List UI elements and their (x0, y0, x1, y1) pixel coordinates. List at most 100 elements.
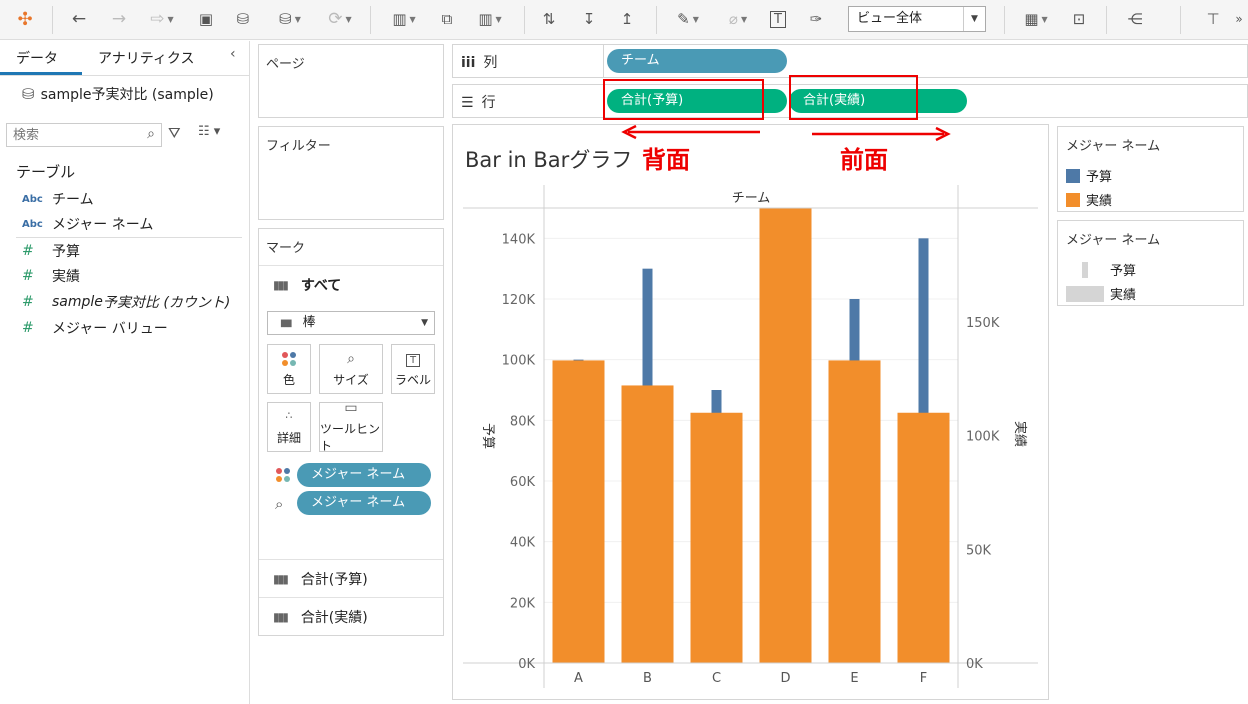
undo-icon[interactable]: ← (66, 6, 92, 32)
pages-label: ページ (266, 57, 305, 72)
legend-size-swatch (1066, 285, 1104, 302)
chevron-down-icon[interactable]: ▼ (963, 7, 985, 31)
search-input[interactable] (7, 124, 133, 146)
mark-type-select[interactable]: ▮▮▮ 棒 ▼ (267, 311, 435, 335)
marks-all-label: すべて (300, 277, 342, 294)
marks-budget-label: 合計(予算) (300, 571, 368, 588)
legend-item-label: 予算 (1110, 264, 1137, 279)
tab-data[interactable]: データ (16, 48, 58, 68)
view-title: Bar in Barグラフ (465, 148, 633, 172)
presentation-mode-icon[interactable]: ⊡ (1066, 6, 1092, 32)
sort-descending-icon[interactable]: ↥ (614, 6, 640, 32)
pause-updates-icon[interactable]: ⛁ ▼ (270, 6, 310, 32)
fix-axes-icon[interactable]: ✑ (804, 6, 828, 32)
mark-type-value: 棒 (302, 315, 316, 330)
tab-analytics[interactable]: アナリティクス (98, 48, 194, 68)
legend-item-actual-size[interactable]: 実績 (1066, 284, 1136, 303)
view-size-select[interactable]: ビュー全体 ▼ (848, 6, 986, 32)
columns-shelf[interactable]: iii 列 チーム (452, 44, 1248, 78)
marks-all-row[interactable]: ▮▮▮ すべて (259, 265, 443, 303)
show-me-icon[interactable]: ▦ ▼ (1016, 6, 1056, 32)
search-box[interactable]: ⌕ (6, 123, 162, 147)
field-name: チーム (52, 192, 94, 208)
collapse-pane-icon[interactable]: ‹ (230, 46, 236, 62)
number-type-icon: # (22, 268, 34, 284)
redo-icon[interactable]: → (106, 6, 132, 32)
refresh-icon[interactable]: ⟳ ▼ (318, 6, 362, 32)
columns-icon: iii (461, 55, 476, 71)
field-measure-names[interactable]: Abc メジャー ネーム (0, 213, 250, 235)
toolbar-separator (370, 6, 371, 34)
bar-icon: ▮▮▮ (280, 318, 292, 329)
tableau-logo-icon[interactable]: ✣ (14, 6, 36, 32)
marks-actual-label: 合計(実績) (300, 609, 368, 626)
field-actual[interactable]: # 実績 (0, 265, 250, 287)
rows-icon: ☰ (461, 95, 474, 111)
label-button[interactable]: T ラベル (391, 344, 435, 394)
label-label: ラベル (394, 372, 431, 387)
size-button[interactable]: ⌕ サイズ (319, 344, 383, 394)
marks-budget-row[interactable]: ▮▮▮ 合計(予算) (259, 559, 443, 597)
field-name: 予算 (52, 244, 80, 260)
swap-rows-columns-icon[interactable]: ⇅ (536, 6, 562, 32)
more-icon[interactable]: » (1232, 6, 1246, 32)
highlight-icon[interactable]: ✎ ▼ (668, 6, 708, 32)
size-icon: ⌕ (347, 350, 355, 367)
chevron-down-icon[interactable]: ▼ (421, 312, 428, 334)
legend-item-budget-size[interactable]: 予算 (1066, 260, 1136, 279)
legend-item-actual[interactable]: 実績 (1066, 190, 1112, 209)
field-team[interactable]: Abc チーム (0, 188, 250, 210)
sort-ascending-icon[interactable]: ↧ (576, 6, 602, 32)
new-worksheet-icon[interactable]: ▥ ▼ (382, 6, 426, 32)
show-labels-icon[interactable]: T (766, 6, 790, 32)
size-legend-title: メジャー ネーム (1066, 233, 1161, 248)
field-divider (16, 237, 242, 238)
filters-shelf[interactable]: フィルター (258, 126, 444, 220)
clear-sheet-icon[interactable]: ▥ ▼ (468, 6, 512, 32)
size-encoding-icon: ⌕ (275, 495, 284, 513)
field-name-italic: sample (52, 294, 103, 310)
filter-icon[interactable]: ⛛ (168, 124, 181, 142)
tooltip-button[interactable]: ▭ ツールヒント (319, 400, 383, 453)
marks-actual-row[interactable]: ▮▮▮ 合計(実績) (259, 597, 443, 635)
color-icon (281, 351, 297, 367)
field-measure-values[interactable]: # メジャー バリュー (0, 317, 250, 339)
annotation-box-front (789, 75, 918, 120)
shelf-divider (603, 45, 604, 77)
datasource-icon: ⛁ (22, 85, 35, 103)
color-label: 色 (282, 372, 295, 387)
legend-swatch (1066, 192, 1080, 207)
datasource[interactable]: ⛁ sample予実対比 (sample) (22, 84, 214, 104)
legend-item-budget[interactable]: 予算 (1066, 166, 1112, 185)
view-options-icon[interactable]: ☷ ▾ (198, 124, 220, 139)
string-type-icon: Abc (22, 193, 43, 205)
size-pill-measure-names[interactable]: メジャー ネーム (297, 491, 431, 515)
string-type-icon: Abc (22, 218, 43, 230)
new-datasource-icon[interactable]: ⛁ (230, 6, 256, 32)
field-name: 予実対比 (カウント) (102, 295, 231, 311)
color-pill-measure-names[interactable]: メジャー ネーム (297, 463, 431, 487)
duplicate-sheet-icon[interactable]: ⧉ (434, 6, 460, 32)
share-icon[interactable]: ⋲ (1122, 6, 1148, 32)
field-record-count[interactable]: # sample 予実対比 (カウント) (0, 291, 250, 313)
replay-icon[interactable]: ⇨ ▼ (142, 6, 182, 32)
number-type-icon: # (22, 320, 34, 336)
save-icon[interactable]: ▣ (194, 6, 218, 32)
datasource-name: sample予実対比 (sample) (40, 87, 214, 103)
legend-item-label: 実績 (1086, 194, 1113, 209)
show-start-page-icon[interactable]: ⊤ (1200, 6, 1226, 32)
detail-button[interactable]: ∴ 詳細 (267, 402, 311, 452)
toolbar-separator (1180, 6, 1181, 34)
field-budget[interactable]: # 予算 (0, 240, 250, 262)
bar-icon: ▮▮▮ (273, 277, 289, 292)
search-icon[interactable]: ⌕ (147, 126, 155, 142)
group-members-icon[interactable]: ⌀ ▼ (718, 6, 758, 32)
bar-icon: ▮▮▮ (273, 571, 289, 586)
pages-shelf[interactable]: ページ (258, 44, 444, 118)
legend-swatch (1066, 168, 1080, 183)
text-icon: T (405, 351, 421, 367)
column-pill-team[interactable]: チーム (607, 49, 787, 73)
filters-label: フィルター (266, 139, 331, 154)
color-button[interactable]: 色 (267, 344, 311, 394)
field-name: メジャー ネーム (52, 217, 154, 233)
